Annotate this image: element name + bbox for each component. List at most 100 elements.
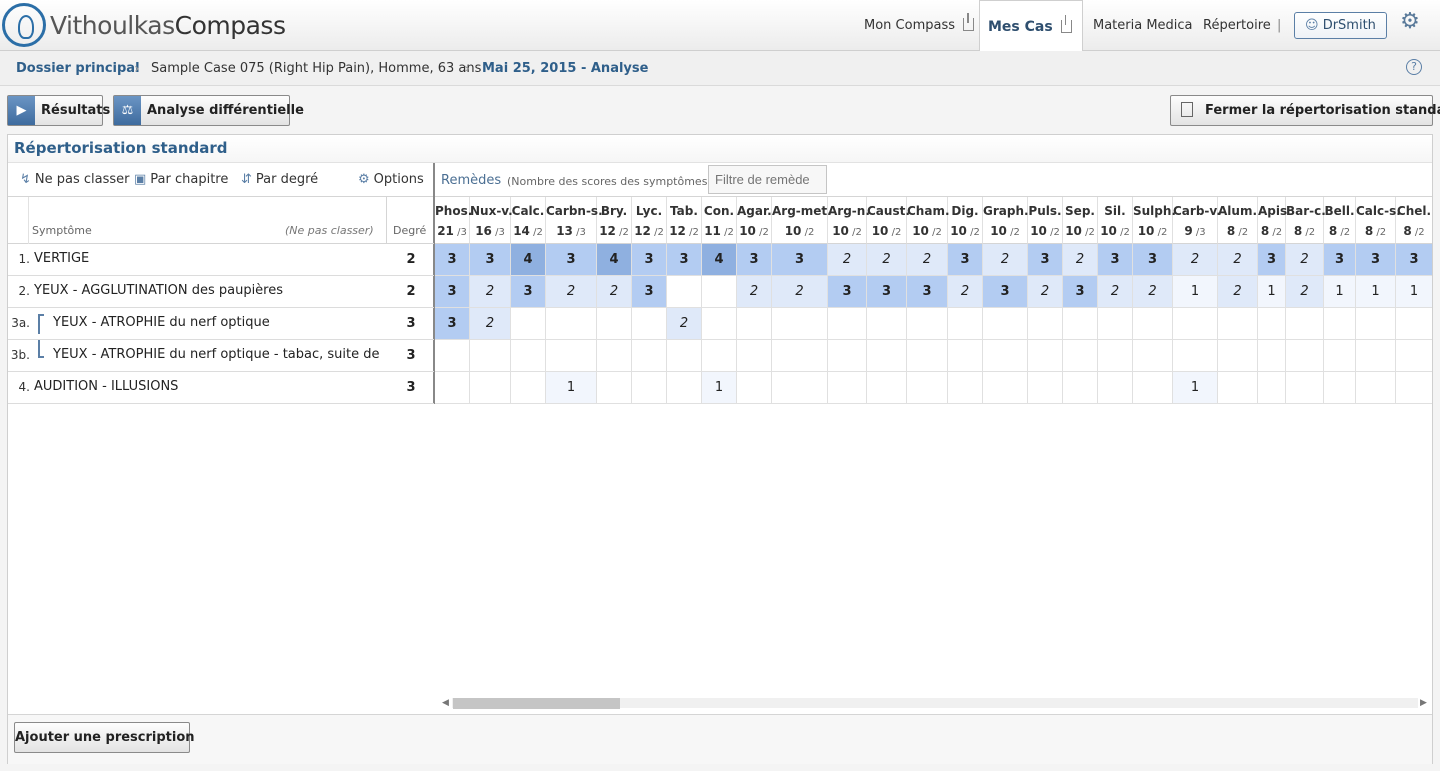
grade-cell[interactable] — [511, 340, 546, 372]
grade-cell[interactable] — [1098, 372, 1133, 404]
grade-cell[interactable] — [867, 308, 907, 340]
grade-cell[interactable]: 2 — [983, 244, 1028, 276]
grade-cell[interactable] — [435, 372, 470, 404]
grade-cell[interactable] — [948, 340, 983, 372]
grade-cell[interactable]: 4 — [597, 244, 632, 276]
grade-cell[interactable]: 2 — [1286, 276, 1324, 308]
grade-cell[interactable]: 3 — [983, 276, 1028, 308]
grade-cell[interactable] — [1356, 308, 1396, 340]
symptom-degree[interactable]: 2 — [396, 252, 426, 267]
grade-cell[interactable]: 3 — [1356, 244, 1396, 276]
grade-cell[interactable]: 1 — [546, 372, 597, 404]
grade-cell[interactable] — [1396, 372, 1432, 404]
grade-cell[interactable] — [597, 372, 632, 404]
grade-cell[interactable]: 3 — [1324, 244, 1356, 276]
grade-cell[interactable]: 3 — [667, 244, 702, 276]
grade-cell[interactable]: 3 — [435, 308, 470, 340]
grade-cell[interactable]: 1 — [1396, 276, 1432, 308]
remedy-header[interactable]: Alum. 8 /2 — [1218, 197, 1258, 244]
grade-cell[interactable]: 4 — [511, 244, 546, 276]
grade-cell[interactable]: 3 — [772, 244, 828, 276]
grade-cell[interactable]: 2 — [1098, 276, 1133, 308]
grade-cell[interactable] — [1028, 372, 1063, 404]
grade-cell[interactable]: 2 — [470, 276, 511, 308]
grade-cell[interactable]: 1 — [1173, 276, 1218, 308]
remedy-header[interactable]: Carb-v. 9 /3 — [1173, 197, 1221, 244]
grade-cell[interactable] — [737, 308, 772, 340]
grade-cell[interactable]: 3 — [737, 244, 772, 276]
remedy-header[interactable]: Bell. 8 /2 — [1324, 197, 1356, 244]
grade-cell[interactable] — [667, 276, 702, 308]
grade-cell[interactable] — [1286, 372, 1324, 404]
grade-cell[interactable]: 2 — [1063, 244, 1098, 276]
grade-cell[interactable]: 3 — [1133, 244, 1173, 276]
logo[interactable]: VithoulkasCompass — [2, 3, 286, 47]
grade-cell[interactable] — [1356, 340, 1396, 372]
breadcrumb-root[interactable]: Dossier principal — [16, 61, 140, 76]
remedy-header[interactable]: Sep. 10 /2 — [1063, 197, 1098, 244]
grade-cell[interactable] — [867, 372, 907, 404]
grade-cell[interactable] — [511, 372, 546, 404]
grade-cell[interactable] — [511, 308, 546, 340]
grade-cell[interactable] — [470, 340, 511, 372]
grade-cell[interactable]: 3 — [632, 276, 667, 308]
grade-cell[interactable] — [1258, 340, 1286, 372]
grade-cell[interactable]: 3 — [867, 276, 907, 308]
grade-cell[interactable] — [983, 308, 1028, 340]
grade-cell[interactable] — [907, 308, 948, 340]
remedy-header[interactable]: Sulph. 10 /2 — [1133, 197, 1176, 244]
grade-cell[interactable] — [1396, 308, 1432, 340]
grade-cell[interactable] — [1396, 340, 1432, 372]
grade-cell[interactable] — [983, 372, 1028, 404]
remedy-header[interactable]: Agar. 10 /2 — [737, 197, 772, 244]
grade-cell[interactable] — [702, 276, 737, 308]
grade-cell[interactable] — [907, 340, 948, 372]
grade-cell[interactable]: 2 — [470, 308, 511, 340]
grade-cell[interactable]: 3 — [632, 244, 667, 276]
grade-cell[interactable]: 1 — [1258, 276, 1286, 308]
sort-by-degree[interactable]: ⇵ Par degré — [241, 172, 318, 187]
grade-cell[interactable] — [702, 340, 737, 372]
grade-cell[interactable] — [667, 372, 702, 404]
grade-cell[interactable]: 4 — [702, 244, 737, 276]
grade-cell[interactable]: 3 — [435, 244, 470, 276]
grade-cell[interactable]: 3 — [1028, 244, 1063, 276]
grade-cell[interactable] — [1028, 308, 1063, 340]
grade-cell[interactable] — [737, 340, 772, 372]
grade-cell[interactable]: 2 — [828, 244, 867, 276]
grade-cell[interactable] — [1258, 372, 1286, 404]
grade-cell[interactable] — [828, 340, 867, 372]
nav-repertoire[interactable]: Répertoire — [1203, 0, 1271, 51]
symptom-degree[interactable]: 2 — [396, 284, 426, 299]
remedy-header[interactable]: Apis 8 /2 — [1258, 197, 1287, 244]
remedy-header[interactable]: Bar-c. 8 /2 — [1286, 197, 1326, 244]
grade-cell[interactable] — [1218, 340, 1258, 372]
grade-cell[interactable] — [1218, 372, 1258, 404]
remedy-header[interactable]: Sil. 10 /2 — [1098, 197, 1133, 244]
grade-cell[interactable] — [772, 372, 828, 404]
grade-cell[interactable] — [597, 308, 632, 340]
share-icon[interactable] — [963, 13, 974, 31]
grade-cell[interactable] — [772, 308, 828, 340]
remedy-header[interactable]: Phos. 21 /3 — [435, 197, 472, 244]
grade-cell[interactable]: 3 — [1396, 244, 1432, 276]
grade-cell[interactable] — [1133, 308, 1173, 340]
grade-cell[interactable]: 2 — [948, 276, 983, 308]
grade-cell[interactable] — [1324, 308, 1356, 340]
grade-cell[interactable] — [1098, 308, 1133, 340]
remedy-header[interactable]: Dig. 10 /2 — [948, 197, 983, 244]
symptom-degree[interactable]: 3 — [396, 348, 426, 363]
grade-cell[interactable] — [1173, 340, 1218, 372]
grade-cell[interactable] — [470, 372, 511, 404]
grade-cell[interactable] — [1133, 340, 1173, 372]
grade-cell[interactable]: 2 — [1286, 244, 1324, 276]
remedy-header[interactable]: Puls. 10 /2 — [1028, 197, 1063, 244]
symptom-row[interactable]: 3a. YEUX - ATROPHIE du nerf optique 3 — [8, 308, 434, 340]
grade-cell[interactable]: 3 — [511, 276, 546, 308]
scroll-right-icon[interactable]: ▶ — [1420, 696, 1427, 710]
grade-cell[interactable]: 3 — [948, 244, 983, 276]
grade-cell[interactable] — [632, 340, 667, 372]
grade-cell[interactable] — [546, 340, 597, 372]
sort-by-chapter[interactable]: ▣ Par chapitre — [134, 172, 228, 187]
symptom-degree[interactable]: 3 — [396, 380, 426, 395]
